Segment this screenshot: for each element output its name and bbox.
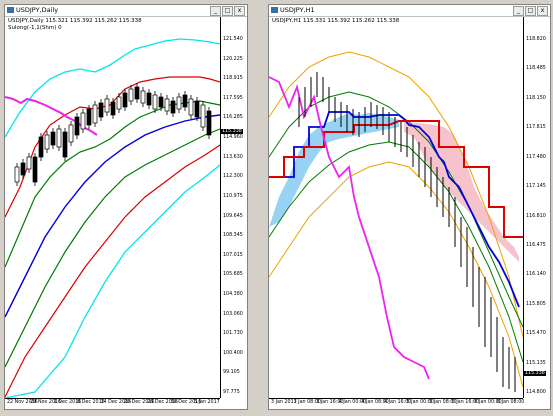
candlestick	[50, 131, 56, 146]
price-axis-label: 103.060	[223, 311, 243, 317]
candlestick	[128, 88, 134, 102]
candlestick	[20, 162, 26, 176]
price-axis-label: 110.975	[223, 193, 243, 199]
close-button[interactable]: x	[537, 6, 548, 16]
price-axis-label: 118.915	[223, 76, 243, 82]
candlestick	[116, 96, 122, 110]
candlestick	[38, 136, 44, 158]
minimize-button[interactable]: _	[210, 6, 221, 16]
price-chart-daily[interactable]	[5, 17, 220, 398]
candlestick	[146, 92, 152, 106]
maximize-button[interactable]: □	[222, 6, 233, 16]
candlestick	[44, 134, 50, 150]
price-axis-label: 118.150	[526, 95, 546, 101]
price-axis-label: 105.685	[223, 272, 243, 278]
close-button[interactable]: x	[234, 6, 245, 16]
moving-average	[5, 114, 220, 318]
price-axis-label: 118.820	[526, 37, 546, 42]
price-axis: 118.820 118.485 118.150 117.815 117.480 117.1…	[523, 17, 548, 398]
price-axis-label: 108.345	[223, 233, 243, 239]
candlestick	[62, 131, 68, 158]
price-axis-label: 115.135	[526, 360, 546, 366]
candlestick	[170, 100, 176, 114]
price-axis-label: 120.225	[223, 56, 243, 62]
candlestick	[200, 104, 206, 128]
bollinger-upper-3sd	[5, 38, 220, 138]
price-axis-label: 116.475	[526, 242, 546, 248]
price-axis-label: 121.540	[223, 37, 243, 42]
price-axis-label: 113.630	[223, 154, 243, 160]
current-price-label: 115.338	[221, 129, 243, 134]
price-axis-label: 117.815	[526, 125, 546, 131]
bollinger-upper-2sd	[5, 76, 220, 218]
candlestick	[152, 94, 158, 110]
current-price-label: 115.338	[524, 371, 546, 376]
candlestick	[140, 90, 146, 104]
candlestick	[188, 98, 194, 116]
ichimoku-cloud-bullish	[269, 113, 399, 227]
price-axis-label: 109.645	[223, 213, 243, 219]
candlestick	[56, 128, 62, 148]
candlestick	[92, 104, 98, 124]
price-axis-label: 116.285	[223, 115, 243, 121]
candlestick	[176, 96, 182, 110]
bollinger-upper-3sd-lower	[5, 164, 220, 398]
window-titlebar[interactable]: USDJPY,H1 _ □ x	[269, 5, 550, 17]
chart-window-daily[interactable]: USDJPY,Daily _ □ x USDJPY,Daily 115.321 …	[4, 4, 248, 410]
chart-window-h1[interactable]: USDJPY,H1 _ □ x USDJPY,H1 115.331 115.39…	[268, 4, 551, 410]
candlestick	[14, 166, 20, 183]
price-axis-label: 104.380	[223, 291, 243, 297]
candlestick	[68, 124, 74, 143]
price-axis-label: 112.300	[223, 174, 243, 180]
price-axis-label: 118.485	[526, 66, 546, 72]
bollinger-upper-1sd	[5, 100, 220, 268]
daily-chart-svg	[5, 38, 220, 398]
price-axis: 121.540 120.225 118.915 117.595 116.285 114.9…	[220, 17, 245, 398]
price-axis-label: 101.730	[223, 331, 243, 337]
candlestick	[164, 98, 170, 112]
candlestick	[32, 156, 38, 183]
time-axis: 3 Jan 2017 3 Jan 08:00 3 Jan 16:00 4 Jan 00…	[269, 398, 525, 409]
candlestick	[74, 116, 80, 136]
candlestick	[194, 100, 200, 118]
candlestick	[122, 92, 128, 108]
candlestick	[110, 101, 116, 116]
price-axis-label: 97.775	[223, 390, 240, 395]
candlestick	[26, 156, 32, 170]
time-axis-label: 6 Jan 08:00	[497, 400, 525, 405]
candlestick	[80, 112, 86, 130]
window-title: USDJPY,Daily	[16, 6, 59, 14]
price-axis-label: 117.480	[526, 154, 546, 160]
candlestick	[134, 86, 140, 100]
price-axis-label: 115.805	[526, 301, 546, 307]
candlestick	[206, 110, 212, 136]
price-axis-label: 114.960	[223, 135, 243, 141]
chart-icon	[7, 7, 14, 13]
price-axis-label: 114.800	[526, 390, 546, 395]
time-axis-label: 5 Jan 2017	[194, 400, 220, 405]
candlestick	[158, 96, 164, 108]
candlestick	[104, 98, 110, 113]
price-axis-label: 100.400	[223, 350, 243, 356]
time-axis: 22 Nov 2016 29 Nov 2016 1 Dec 2016 8 Dec 20…	[5, 398, 220, 409]
price-axis-label: 117.595	[223, 95, 243, 101]
chart-icon	[271, 7, 278, 13]
bollinger-band-lower	[269, 161, 523, 388]
price-axis-label: 107.015	[223, 252, 243, 258]
minimize-button[interactable]: _	[513, 6, 524, 16]
price-chart-h1[interactable]	[269, 17, 523, 398]
price-axis-label: 116.140	[526, 272, 546, 278]
candlestick	[86, 108, 92, 126]
window-titlebar[interactable]: USDJPY,Daily _ □ x	[5, 5, 247, 17]
h1-chart-svg	[269, 51, 523, 392]
price-axis-label: 115.470	[526, 331, 546, 337]
price-axis-label: 117.145	[526, 184, 546, 190]
candlestick	[182, 94, 188, 108]
price-axis-label: 116.810	[526, 213, 546, 219]
window-title: USDJPY,H1	[280, 6, 315, 14]
maximize-button[interactable]: □	[525, 6, 536, 16]
candlestick	[98, 102, 104, 118]
price-axis-label: 99.105	[223, 370, 240, 376]
